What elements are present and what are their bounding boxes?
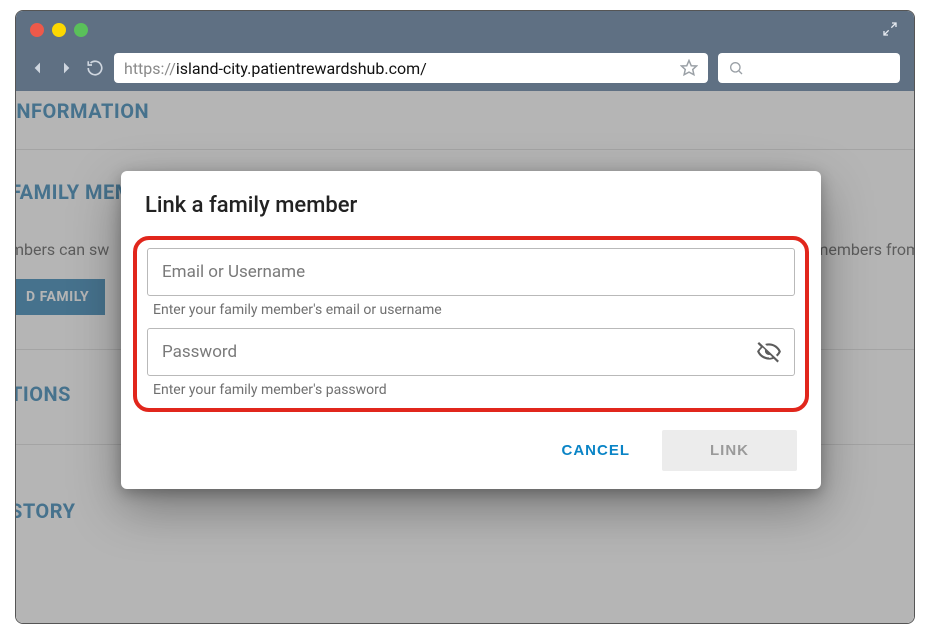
annotation-highlight: Email or Username Enter your family memb… — [133, 236, 809, 412]
browser-nav-row: https://island-city.patientrewardshub.co… — [30, 53, 900, 83]
search-icon — [728, 60, 744, 76]
window-controls — [30, 21, 900, 37]
minimize-window-button[interactable] — [52, 23, 66, 37]
url-protocol: https:// — [124, 59, 176, 78]
address-bar[interactable]: https://island-city.patientrewardshub.co… — [114, 53, 708, 83]
email-placeholder-text: Email or Username — [162, 262, 305, 282]
visibility-off-icon[interactable] — [756, 339, 782, 365]
dialog-title: Link a family member — [145, 193, 797, 218]
refresh-button[interactable] — [86, 59, 104, 77]
password-placeholder-text: Password — [162, 342, 237, 362]
password-input[interactable]: Password — [147, 328, 795, 376]
password-helper-text: Enter your family member's password — [147, 376, 795, 402]
link-family-member-dialog: Link a family member Email or Username E… — [121, 171, 821, 489]
browser-titlebar: https://island-city.patientrewardshub.co… — [16, 11, 914, 91]
back-button[interactable] — [30, 60, 48, 76]
browser-search-box[interactable] — [718, 53, 900, 83]
forward-button[interactable] — [58, 60, 76, 76]
bookmark-star-icon[interactable] — [680, 59, 698, 77]
dialog-actions: CANCEL LINK — [145, 430, 797, 471]
url-text: island-city.patientrewardshub.com/ — [176, 59, 427, 78]
expand-icon[interactable] — [882, 21, 898, 37]
maximize-window-button[interactable] — [74, 23, 88, 37]
cancel-button[interactable]: CANCEL — [548, 432, 645, 469]
link-button[interactable]: LINK — [662, 430, 797, 471]
close-window-button[interactable] — [30, 23, 44, 37]
email-helper-text: Enter your family member's email or user… — [147, 296, 795, 328]
browser-window: https://island-city.patientrewardshub.co… — [15, 10, 915, 624]
email-username-input[interactable]: Email or Username — [147, 248, 795, 296]
